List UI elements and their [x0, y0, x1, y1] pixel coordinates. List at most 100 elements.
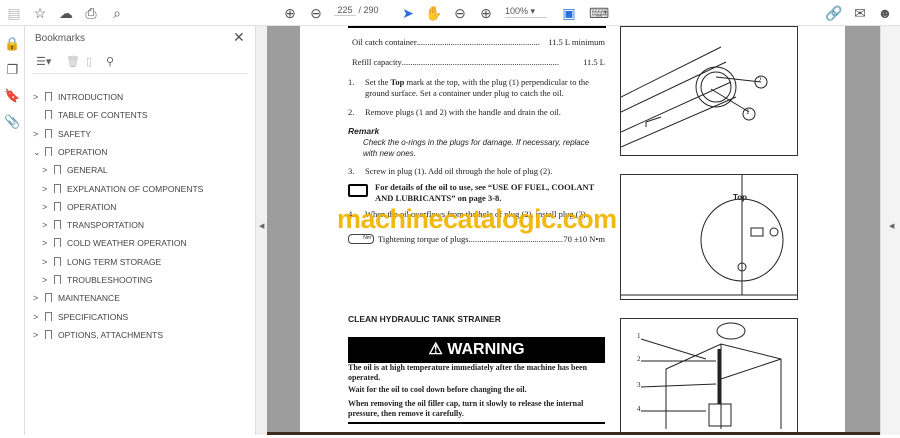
bookmark-item[interactable]: > COLD WEATHER OPERATION	[42, 234, 187, 252]
bookmark-flag-icon	[45, 311, 52, 321]
page-input[interactable]: 225	[334, 5, 356, 16]
bookmark-item[interactable]: > LONG TERM STORAGE	[42, 253, 161, 271]
page-fit-icon[interactable]: ▣	[560, 4, 578, 22]
close-icon[interactable]: ✕	[233, 29, 245, 46]
bookmark-item[interactable]: > INTRODUCTION	[33, 88, 123, 106]
star-icon[interactable]: ☆	[31, 4, 49, 22]
zoom-select[interactable]: 100% ▾	[505, 6, 547, 18]
step-2: Remove plugs (1 and 2) with the handle a…	[365, 107, 561, 117]
bookmark-label: EXPLANATION OF COMPONENTS	[67, 183, 204, 194]
chevron-right-icon[interactable]: >	[33, 125, 43, 143]
bookmark-item[interactable]: TABLE OF CONTENTS	[33, 106, 148, 124]
chevron-right-icon[interactable]: >	[42, 253, 52, 271]
bookmark-item[interactable]: ⌄ OPERATION	[33, 143, 107, 161]
save-icon[interactable]: ▤	[5, 4, 23, 22]
select-cursor-icon[interactable]: ➤	[399, 4, 417, 22]
collapse-arrow-icon: ◀	[259, 223, 265, 230]
bookmarks-panel: Bookmarks ✕ ☰▾ 🗑 ▯ ⚲ > INTRODUCTION TABLE …	[25, 26, 255, 435]
reference-note: For details of the oil to use, see “USE …	[375, 182, 595, 203]
right-panel-handle[interactable]: ◀	[880, 26, 900, 435]
options-menu-icon[interactable]: ☰▾	[36, 55, 51, 68]
bookmark-flag-icon	[54, 275, 61, 284]
bookmark-flag-icon	[45, 329, 52, 339]
chevron-right-icon[interactable]: >	[33, 326, 43, 344]
bookmark-label: GENERAL	[67, 165, 108, 176]
warning-label: WARNING	[447, 341, 525, 358]
bookmark-item[interactable]: > GENERAL	[42, 161, 108, 179]
bookmark-item[interactable]: > SPECIFICATIONS	[33, 308, 128, 326]
spec-label: Oil catch container	[352, 37, 417, 47]
bookmark-flag-icon	[54, 165, 61, 175]
bookmark-label: OPERATION	[58, 146, 108, 157]
bookmark-label: MAINTENANCE	[58, 293, 120, 304]
bookmark-flag-icon	[54, 201, 61, 211]
bookmark-search-icon[interactable]: ⚲	[106, 55, 114, 68]
lock-icon[interactable]: 🔒	[4, 36, 21, 53]
prev-page-icon[interactable]: ⊕	[281, 4, 299, 22]
delete-icon[interactable]: 🗑	[66, 55, 80, 68]
remark-text: Check the o-rings in the plugs for damag…	[363, 138, 590, 158]
bookmark-item[interactable]: > SAFETY	[33, 125, 91, 143]
bookmark-item[interactable]: > OPTIONS, ATTACHMENTS	[33, 326, 163, 344]
torque-spec: Tightening torque of plugs..............…	[378, 234, 605, 244]
read-mode-icon[interactable]: ⌨	[589, 4, 609, 22]
bookmark-icon[interactable]: 🔖	[4, 88, 21, 105]
bookmark-item[interactable]: > MAINTENANCE	[33, 289, 120, 307]
bookmark-label: SPECIFICATIONS	[58, 311, 129, 322]
wrench-icon: Nm	[348, 234, 374, 244]
callout: 3	[637, 381, 641, 389]
chevron-right-icon[interactable]: >	[42, 216, 52, 234]
page-thumbnails-icon[interactable]: ❐	[4, 62, 21, 79]
hand-tool-icon[interactable]: ✋	[425, 4, 443, 22]
panel-title: Bookmarks	[35, 33, 86, 44]
bookmark-label: LONG TERM STORAGE	[67, 256, 162, 267]
chevron-down-icon[interactable]: ⌄	[33, 143, 43, 161]
attachment-icon[interactable]: 📎	[4, 114, 21, 131]
add-user-icon[interactable]: ☻	[876, 4, 894, 22]
chevron-right-icon[interactable]: >	[33, 289, 43, 307]
warning-text: Wait for the oil to cool down before cha…	[348, 385, 527, 394]
chevron-right-icon[interactable]: >	[42, 161, 52, 179]
zoom-out-icon[interactable]: ⊖	[451, 4, 469, 22]
callout: 4	[637, 405, 641, 413]
chevron-right-icon[interactable]: >	[33, 308, 43, 326]
chevron-right-icon[interactable]: >	[42, 234, 52, 252]
spec-value: 11.5 L	[583, 57, 605, 67]
top-label: Top	[733, 193, 748, 202]
panel-collapse-handle[interactable]: ◀	[255, 26, 267, 435]
left-rail: 🔒 ❐ 🔖 📎	[0, 26, 25, 435]
bookmark-label: OPTIONS, ATTACHMENTS	[58, 329, 163, 340]
print-icon[interactable]: ⎙	[82, 4, 100, 22]
top-rule	[348, 26, 606, 28]
chevron-right-icon[interactable]: >	[33, 88, 43, 106]
spec-refill: Refill capacity.........................…	[352, 57, 605, 67]
search-icon[interactable]: ⌕	[108, 4, 126, 22]
chevron-right-icon[interactable]: >	[42, 180, 52, 198]
bookmark-label: SAFETY	[58, 128, 92, 139]
bookmark-flag-icon	[54, 220, 61, 230]
bookmark-label: COLD WEATHER OPERATION	[67, 238, 187, 249]
cloud-upload-icon[interactable]: ☁	[57, 4, 75, 22]
warning-text: The oil is at high temperature immediate…	[348, 363, 588, 382]
share-link-icon[interactable]: 🔗	[825, 4, 843, 22]
bookmark-item[interactable]: > TRANSPORTATION	[42, 216, 144, 234]
bookmark-item[interactable]: > TROUBLESHOOTING	[42, 271, 152, 289]
figure-drain-plugs: 2 1	[620, 26, 798, 156]
step-number: 1.	[348, 77, 355, 87]
warning-banner: ⚠ WARNING	[348, 337, 605, 363]
callout: 1	[637, 332, 641, 340]
chevron-right-icon[interactable]: >	[42, 198, 52, 216]
figure-hydraulic-tank: 1 2 3 4	[620, 318, 798, 432]
remark-title: Remark	[348, 126, 380, 136]
callout: 1	[746, 108, 750, 116]
email-icon[interactable]: ✉	[851, 4, 869, 22]
chevron-right-icon[interactable]: >	[42, 271, 52, 289]
bookmark-flag-icon	[54, 256, 61, 266]
zoom-in-icon[interactable]: ⊕	[477, 4, 495, 22]
new-bookmark-icon[interactable]: ▯	[86, 55, 92, 68]
bookmark-tools: ☰▾ 🗑 ▯ ⚲	[33, 54, 248, 74]
bookmark-item[interactable]: > OPERATION	[42, 198, 116, 216]
next-page-icon[interactable]: ⊖	[307, 4, 325, 22]
bookmark-item[interactable]: > EXPLANATION OF COMPONENTS	[42, 180, 203, 198]
bookmark-flag-icon	[45, 146, 52, 156]
